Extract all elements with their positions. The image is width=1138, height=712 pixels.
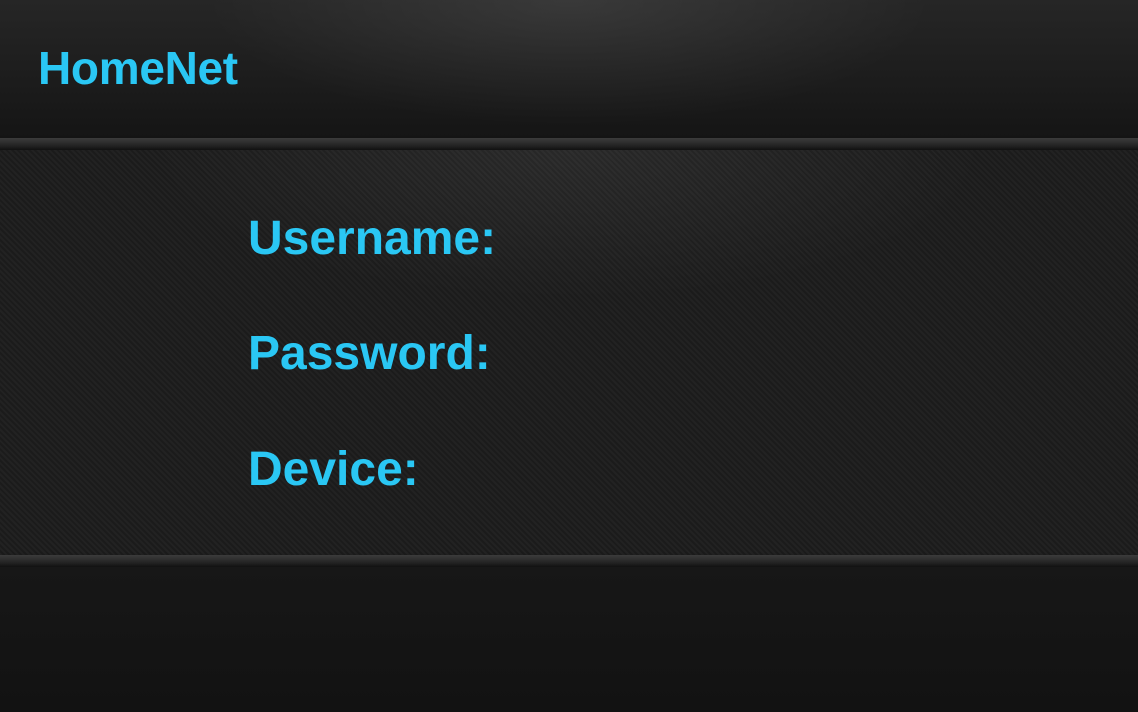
app-window: HomeNet Username: Password: Device: xyxy=(0,0,1138,712)
footer-divider xyxy=(0,555,1138,567)
device-label: Device: xyxy=(248,443,419,496)
header-divider xyxy=(0,138,1138,150)
password-label: Password: xyxy=(248,327,491,380)
login-panel: Username: Password: Device: xyxy=(0,150,1138,555)
brand-title: HomeNet xyxy=(38,42,238,94)
header-bar: HomeNet xyxy=(0,0,1138,138)
footer-area xyxy=(0,567,1138,712)
username-label: Username: xyxy=(248,212,497,265)
